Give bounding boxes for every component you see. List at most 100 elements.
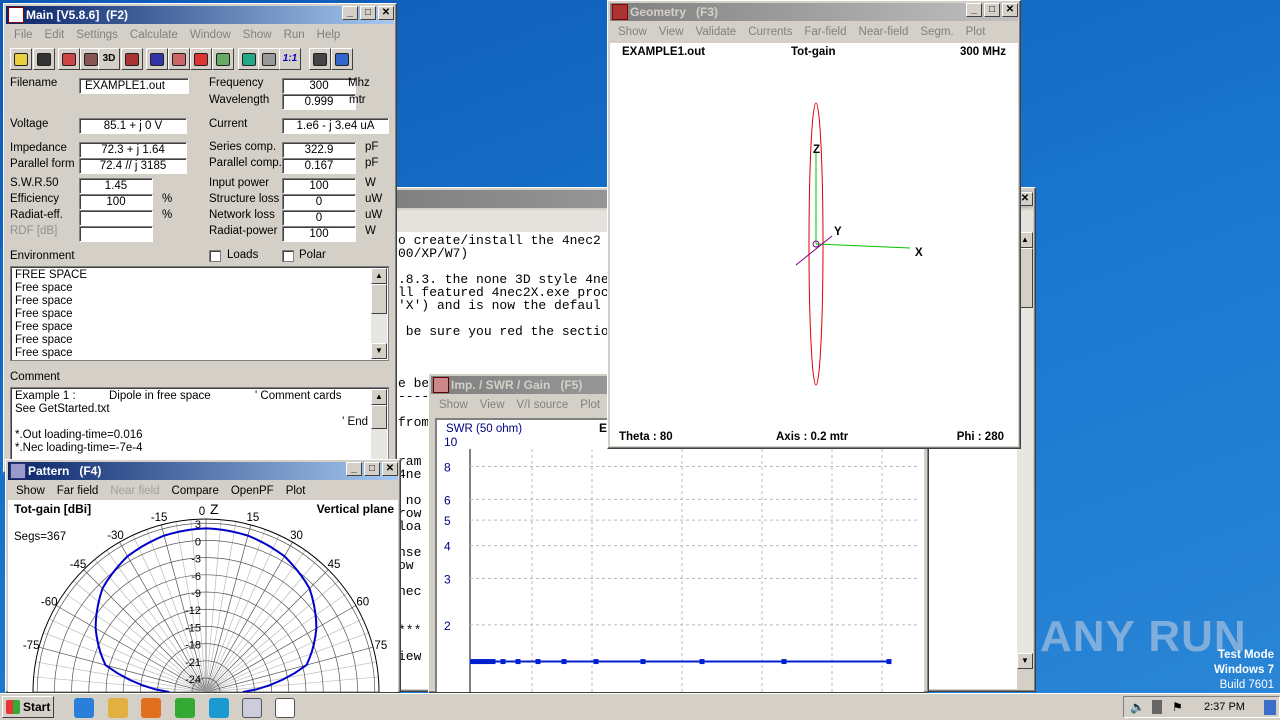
minimize-button[interactable]: _ [966, 3, 982, 17]
structure-loss-field[interactable]: 0 [282, 194, 356, 210]
volume-icon[interactable]: 🔈 [1130, 699, 1145, 715]
media-player-taskbar-icon[interactable] [141, 698, 161, 718]
clock[interactable]: 2:37 PM [1204, 701, 1245, 714]
optimizer-button[interactable] [212, 48, 234, 70]
environment-list[interactable]: FREE SPACE Free space Free space Free space… [10, 266, 389, 361]
pattern-window[interactable]: Pattern (F4) _ □ ✕ Show Far field Near field… [5, 459, 401, 693]
gray-button[interactable] [258, 48, 280, 70]
show-desktop-button[interactable] [1264, 700, 1276, 715]
menu-view[interactable]: View [474, 396, 511, 414]
polar-checkbox[interactable] [282, 250, 294, 262]
file-explorer-taskbar-icon[interactable] [108, 698, 128, 718]
save-button[interactable] [33, 48, 55, 70]
action-center-flag-icon[interactable]: ⚑ [1172, 699, 1183, 715]
environment-item[interactable]: Free space [15, 282, 384, 295]
pattern-titlebar[interactable]: Pattern (F4) [8, 462, 398, 480]
current-field[interactable]: 1.e6 - j 3.e4 uA [282, 118, 389, 134]
manual-button[interactable] [309, 48, 331, 70]
close-button[interactable]: ✕ [378, 6, 394, 20]
impedance-field[interactable]: 72.3 + j 1.64 [79, 142, 187, 158]
pattern-button[interactable] [146, 48, 168, 70]
scroll-up-button[interactable]: ▲ [371, 268, 387, 284]
notepad-taskbar-icon[interactable] [242, 698, 262, 718]
menu-near-field[interactable]: Near field [104, 482, 165, 500]
rdf-field[interactable] [79, 226, 153, 242]
swr-field[interactable]: 1.45 [79, 178, 153, 194]
parallel-field[interactable]: 72.4 // j 3185 [79, 158, 187, 174]
edit-button[interactable] [121, 48, 143, 70]
scroll-down-button[interactable]: ▼ [1017, 653, 1033, 669]
scroll-thumb[interactable] [371, 405, 387, 429]
parallel-comp-field[interactable]: 0.167 [282, 158, 356, 174]
voltage-field[interactable]: 85.1 + j 0 V [79, 118, 187, 134]
menu-segm-[interactable]: Segm. [914, 23, 959, 41]
menu-currents[interactable]: Currents [742, 23, 798, 41]
network-icon[interactable] [1152, 700, 1162, 714]
geometry-window[interactable]: Geometry (F3) _ □ ✕ Show View Validate Curren… [607, 0, 1021, 449]
menu-window[interactable]: Window [184, 26, 237, 44]
menu-settings[interactable]: Settings [70, 26, 124, 44]
environment-scrollbar[interactable]: ▲ ▼ [371, 268, 387, 359]
menu-show[interactable]: Show [10, 482, 51, 500]
main-titlebar[interactable]: Main [V5.8.6] (F2) [6, 6, 394, 24]
3d-button[interactable]: 3D [98, 48, 120, 70]
edge-taskbar-icon[interactable] [209, 698, 229, 718]
radiat-eff-field[interactable] [79, 210, 153, 226]
pattern-canvas[interactable]: 3 0 -3 -6 -9 -12 -15 -18 -21 -24 -75 -60 -45 -30 -15 0 1… [8, 500, 398, 692]
swr-chart-area[interactable]: 2 3 4 5 6 8 10 SWR (50 ohm) E [435, 418, 924, 694]
environment-item[interactable]: Free space [15, 308, 384, 321]
menu-file[interactable]: File [8, 26, 39, 44]
menu-far-field[interactable]: Far-field [798, 23, 852, 41]
menu-show[interactable]: Show [612, 23, 653, 41]
calculator-button[interactable] [238, 48, 260, 70]
menu-view[interactable]: View [653, 23, 690, 41]
swr-chart-button[interactable] [168, 48, 190, 70]
close-button[interactable]: ✕ [1002, 3, 1018, 17]
menu-edit[interactable]: Edit [39, 26, 71, 44]
filename-field[interactable]: EXAMPLE1.out [79, 78, 189, 94]
comment-box[interactable]: Example 1 : Dipole in free space ' Comment… [10, 387, 389, 462]
menu-show[interactable]: Show [433, 396, 474, 414]
close-button[interactable]: ✕ [382, 462, 398, 476]
minimize-button[interactable]: _ [342, 6, 358, 20]
environment-item[interactable]: FREE SPACE [15, 269, 384, 282]
loads-checkbox[interactable] [209, 250, 221, 262]
menu-calculate[interactable]: Calculate [124, 26, 184, 44]
menu-show[interactable]: Show [237, 26, 278, 44]
comment-scrollbar[interactable]: ▲ [371, 389, 387, 460]
network-loss-field[interactable]: 0 [282, 210, 356, 226]
internet-explorer-taskbar-icon[interactable] [74, 698, 94, 718]
efficiency-field[interactable]: 100 [79, 194, 153, 210]
menu-run[interactable]: Run [278, 26, 311, 44]
wavelength-field[interactable]: 0.999 [282, 94, 356, 110]
menu-near-field[interactable]: Near-field [853, 23, 915, 41]
maximize-button[interactable]: □ [360, 6, 376, 20]
menu-compare[interactable]: Compare [166, 482, 225, 500]
menu-v-i-source[interactable]: V/I source [511, 396, 575, 414]
environment-item[interactable]: Free space [15, 295, 384, 308]
radiat-power-field[interactable]: 100 [282, 226, 356, 242]
scroll-up-button[interactable]: ▲ [371, 389, 387, 405]
environment-item[interactable]: Free space [15, 347, 384, 360]
series-comp-field[interactable]: 322.9 [282, 142, 356, 158]
environment-item[interactable]: Free space [15, 334, 384, 347]
maximize-button[interactable]: □ [364, 462, 380, 476]
menu-help[interactable]: Help [311, 26, 347, 44]
geometry-canvas[interactable]: EXAMPLE1.out Tot-gain 300 MHz Z Y X Thet… [610, 43, 1018, 446]
scroll-down-button[interactable]: ▼ [371, 343, 387, 359]
menu-far-field[interactable]: Far field [51, 482, 105, 500]
polar-button[interactable] [190, 48, 212, 70]
environment-item[interactable]: Free space [15, 321, 384, 334]
menu-plot[interactable]: Plot [960, 23, 992, 41]
scroll-thumb[interactable] [371, 284, 387, 314]
menu-plot[interactable]: Plot [280, 482, 312, 500]
chrome-taskbar-icon[interactable] [175, 698, 195, 718]
geometry-titlebar[interactable]: Geometry (F3) [610, 3, 1018, 21]
frequency-field[interactable]: 300 [282, 78, 356, 94]
help-button[interactable] [331, 48, 353, 70]
input-power-field[interactable]: 100 [282, 178, 356, 194]
4nec2-taskbar-icon[interactable] [275, 698, 295, 718]
open-file-button[interactable] [10, 48, 32, 70]
start-button[interactable]: Start [2, 696, 54, 718]
1:1-button[interactable]: 1:1 [279, 48, 301, 70]
